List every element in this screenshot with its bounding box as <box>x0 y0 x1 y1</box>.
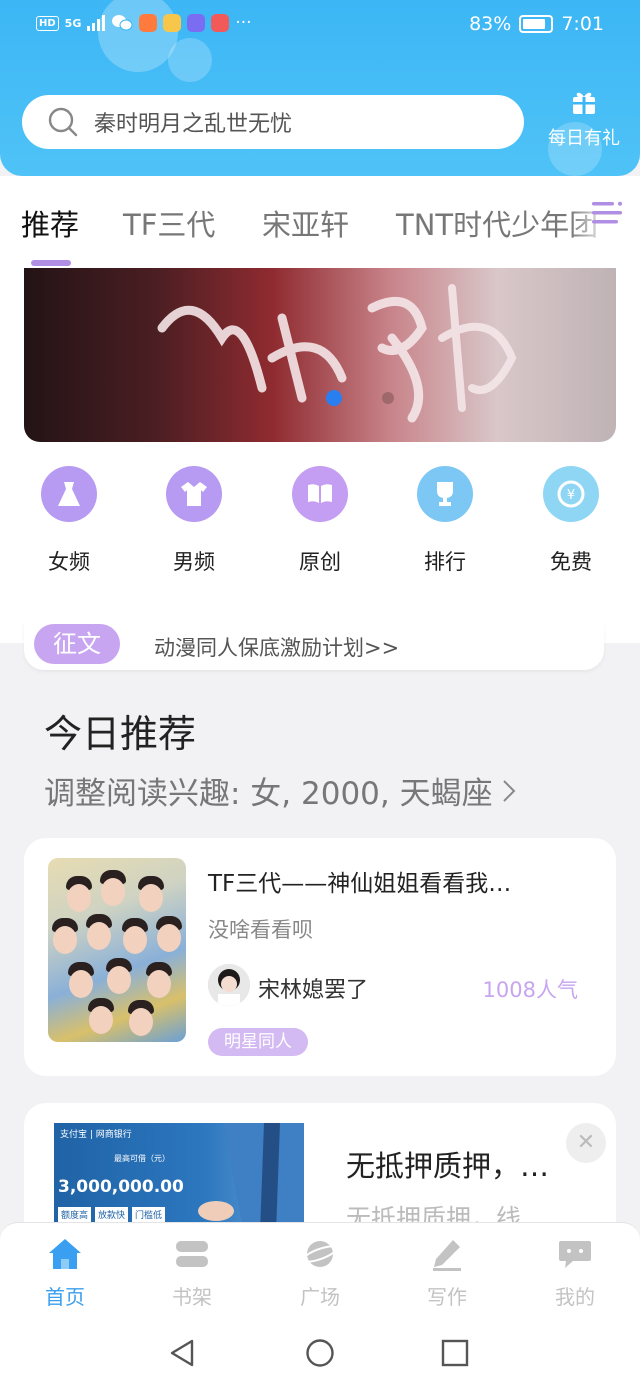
carousel-dot-active <box>326 390 342 406</box>
open-book-icon <box>292 466 348 522</box>
ad-title: 无抵押质押，… <box>346 1149 550 1183</box>
book-title: TF三代——神仙姐姐看看我… <box>208 871 512 897</box>
nav-write[interactable]: 写作 <box>402 1237 492 1310</box>
signal-icon <box>87 15 106 31</box>
active-tab-indicator <box>31 260 71 266</box>
category-tabs: 推荐 TF三代 宋亚轩 TNT时代少年团 <box>0 176 640 268</box>
adjust-interest-text: 调整阅读兴趣: 女, 2000, 天蝎座 <box>44 776 493 812</box>
adjust-interest-link[interactable]: 调整阅读兴趣: 女, 2000, 天蝎座 <box>44 768 517 813</box>
tab-recommend[interactable]: 推荐 <box>21 202 79 244</box>
home-icon <box>49 1239 81 1269</box>
battery-percent: 83% <box>469 13 512 35</box>
category-free[interactable]: ¥ 免费 <box>531 466 611 576</box>
pen-icon <box>433 1240 461 1271</box>
banner-carousel[interactable] <box>24 268 616 442</box>
signal-label: 5G <box>64 16 82 30</box>
hd-indicator: HD <box>36 15 59 31</box>
ad-badge: 额度高 <box>58 1207 92 1222</box>
book-card[interactable]: TF三代——神仙姐姐看看我… 没啥看看呗 宋林媳罢了 1008人气 明星同人 <box>24 838 616 1076</box>
chat-icon <box>559 1241 591 1268</box>
search-placeholder: 秦时明月之乱世无忧 <box>94 112 293 137</box>
trophy-icon <box>417 466 473 522</box>
chevron-right-icon <box>502 779 516 802</box>
nav-home[interactable]: 首页 <box>20 1237 110 1310</box>
nav-mine[interactable]: 我的 <box>530 1237 620 1310</box>
ad-badge: 放款快 <box>95 1207 129 1222</box>
daily-gift-label: 每日有礼 <box>548 128 620 149</box>
tab-song-yaxuan[interactable]: 宋亚轩 <box>262 202 349 244</box>
nav-label: 书架 <box>172 1285 212 1309</box>
channel-menu-icon[interactable] <box>590 196 624 230</box>
category-female[interactable]: 女频 <box>29 466 109 576</box>
tab-tf-third-gen[interactable]: TF三代 <box>123 202 215 244</box>
category-label: 女频 <box>48 550 90 574</box>
back-icon[interactable] <box>168 1338 198 1368</box>
shirt-icon <box>166 466 222 522</box>
author-name: 宋林媳罢了 <box>258 978 369 1003</box>
ad-image-brand: 支付宝 | 网商银行 <box>60 1130 132 1140</box>
nav-label: 写作 <box>427 1285 467 1309</box>
decorative-bubble <box>168 38 212 82</box>
search-bar[interactable]: 秦时明月之乱世无忧 <box>22 95 524 149</box>
category-male[interactable]: 男频 <box>154 466 234 576</box>
ad-hand-figure <box>198 1123 304 1233</box>
carousel-dot <box>382 392 394 404</box>
nav-square[interactable]: 广场 <box>275 1237 365 1310</box>
close-icon[interactable]: ✕ <box>566 1123 606 1163</box>
system-navigation-bar <box>0 1318 640 1387</box>
clock: 7:01 <box>561 13 604 35</box>
music-icon <box>187 14 206 32</box>
mail-icon <box>163 14 182 32</box>
bottom-navigation: 首页 书架 广场 写作 我的 <box>0 1222 640 1318</box>
nav-label: 我的 <box>555 1285 595 1309</box>
planet-icon <box>301 1241 339 1267</box>
home-circle-icon[interactable] <box>305 1338 335 1368</box>
more-notifications: ··· <box>235 13 252 33</box>
header: HD 5G ··· 83% 7:01 秦时明月之乱世无忧 每日有礼 <box>0 0 640 176</box>
popularity-count: 1008人气 <box>482 978 578 1002</box>
bookshelf-icon <box>176 1241 208 1267</box>
banner-artwork <box>152 268 572 442</box>
category-ranking[interactable]: 排行 <box>405 466 485 576</box>
app-icon <box>139 14 158 32</box>
nav-bookshelf[interactable]: 书架 <box>147 1237 237 1310</box>
book-app-icon <box>211 14 230 32</box>
daily-gift-button[interactable]: 每日有礼 <box>538 88 630 150</box>
gift-icon <box>573 92 595 114</box>
category-label: 男频 <box>173 550 215 574</box>
svg-text:¥: ¥ <box>567 488 575 503</box>
book-description: 没啥看看呗 <box>208 918 313 942</box>
ad-badge: 门槛低 <box>132 1207 166 1222</box>
nav-label: 广场 <box>300 1285 340 1309</box>
yuan-coin-icon: ¥ <box>543 466 599 522</box>
section-title: 今日推荐 <box>44 712 197 756</box>
category-label: 免费 <box>550 550 592 574</box>
nav-label: 首页 <box>45 1285 85 1309</box>
wechat-icon <box>112 15 133 31</box>
category-label: 排行 <box>424 550 466 574</box>
status-bar: HD 5G ··· 83% 7:01 <box>0 8 640 40</box>
category-original[interactable]: 原创 <box>280 466 360 576</box>
tab-tnt[interactable]: TNT时代少年团 <box>396 202 598 244</box>
ad-image: 支付宝 | 网商银行 最高可借（元） 3,000,000.00 额度高 放款快 … <box>54 1123 304 1233</box>
category-label: 原创 <box>299 550 341 574</box>
book-cover <box>48 858 186 1042</box>
search-icon <box>48 107 78 137</box>
dress-icon <box>41 466 97 522</box>
author-avatar[interactable] <box>208 964 250 1006</box>
recents-icon[interactable] <box>440 1338 470 1368</box>
ad-image-label: 最高可借（元） <box>114 1154 170 1163</box>
contest-tag: 征文 <box>34 624 120 664</box>
contest-notice[interactable]: 征文 动漫同人保底激励计划>> <box>24 622 604 670</box>
book-genre-tag[interactable]: 明星同人 <box>208 1028 308 1056</box>
battery-icon <box>519 15 554 33</box>
contest-text: 动漫同人保底激励计划>> <box>154 636 400 660</box>
